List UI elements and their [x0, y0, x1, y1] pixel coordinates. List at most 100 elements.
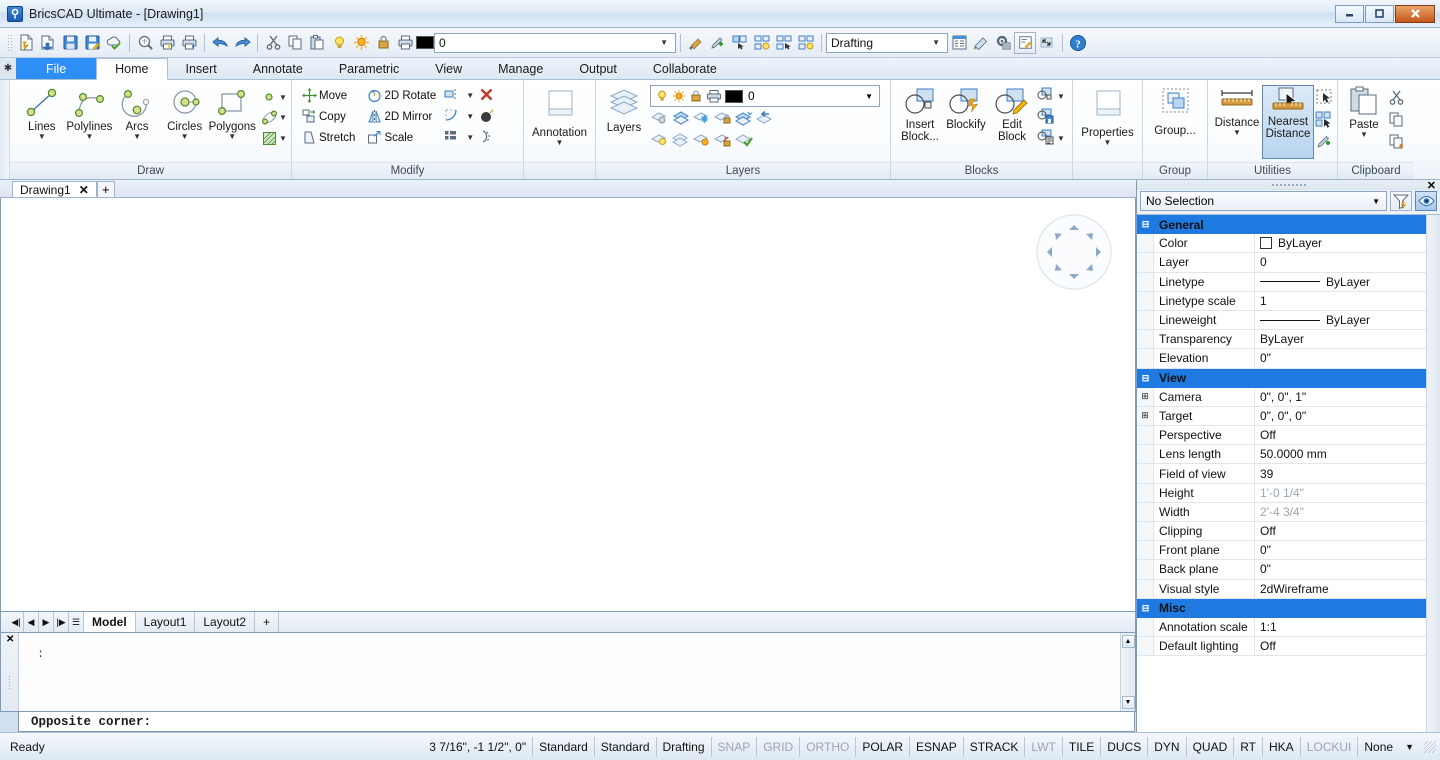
ribbon-tab-collaborate[interactable]: Collaborate: [635, 58, 735, 79]
status-cell-workspace[interactable]: Drafting: [657, 737, 712, 757]
property-value[interactable]: 50.0000 mm: [1255, 445, 1426, 463]
status-cell-lwt[interactable]: LWT: [1025, 737, 1062, 757]
ribbon-tab-parametric[interactable]: Parametric: [321, 58, 417, 79]
properties-button[interactable]: Properties ▼: [1077, 88, 1138, 146]
settings-icon[interactable]: [992, 32, 1014, 54]
ribbon-tab-output[interactable]: Output: [561, 58, 635, 79]
status-coordinates[interactable]: 3 7/16", -1 1/2", 0": [423, 737, 533, 757]
property-value[interactable]: 39: [1255, 464, 1426, 482]
select-by-layer-icon[interactable]: [751, 32, 773, 54]
match-properties-icon[interactable]: [685, 32, 707, 54]
layer-sun-icon[interactable]: [670, 89, 687, 103]
array-icon[interactable]: [444, 129, 461, 147]
save-block-icon[interactable]: [1037, 108, 1054, 127]
current-color-swatch[interactable]: [416, 36, 434, 49]
property-row[interactable]: ⊞Camera0", 0", 1": [1137, 388, 1426, 407]
layout-tab-layout2[interactable]: Layout2: [195, 612, 255, 632]
quick-select-icon[interactable]: [1315, 108, 1333, 130]
copy-icon[interactable]: [1388, 108, 1405, 130]
status-cell-dyn[interactable]: DYN: [1148, 737, 1186, 757]
fillet-icon[interactable]: [444, 108, 461, 126]
workspace-combo[interactable]: Drafting ▼: [826, 33, 948, 53]
properties-panel-icon[interactable]: [948, 32, 970, 54]
property-category-row[interactable]: ⊟Misc: [1137, 599, 1426, 618]
first-layout-button[interactable]: ◀|: [9, 612, 24, 632]
help-icon[interactable]: ?: [1067, 32, 1089, 54]
ribbon-tab-annotate[interactable]: Annotate: [235, 58, 321, 79]
restore-icon[interactable]: [1036, 32, 1058, 54]
block-attributes-icon[interactable]: [1037, 129, 1054, 148]
chevron-down-icon[interactable]: ▼: [927, 38, 945, 47]
undo-icon[interactable]: [209, 32, 231, 54]
ribbon-tab-manage[interactable]: Manage: [480, 58, 561, 79]
property-value[interactable]: 0": [1255, 541, 1426, 559]
layer-on-all-icon[interactable]: [650, 131, 669, 151]
print-preview-icon[interactable]: [134, 32, 156, 54]
layer-on-icon[interactable]: [328, 32, 350, 54]
chevron-down-icon[interactable]: ▼: [279, 135, 287, 142]
chevron-down-icon[interactable]: ▼: [861, 92, 877, 101]
eyedropper-icon[interactable]: [707, 32, 729, 54]
property-value[interactable]: 0", 0", 0": [1255, 407, 1426, 425]
offset-icon[interactable]: [479, 129, 494, 147]
property-row[interactable]: LineweightByLayer: [1137, 311, 1426, 330]
select-filter-icon[interactable]: [795, 32, 817, 54]
layout-tab-model[interactable]: Model: [84, 612, 136, 632]
chevron-down-icon[interactable]: ▼: [1360, 131, 1368, 138]
distance-button[interactable]: Distance ▼: [1212, 85, 1262, 136]
property-row[interactable]: TransparencyByLayer: [1137, 330, 1426, 349]
chevron-down-icon[interactable]: ▼: [1368, 197, 1384, 206]
point-icon[interactable]: [259, 91, 279, 103]
layer-combo[interactable]: 0 ▼: [434, 33, 676, 53]
chevron-down-icon[interactable]: ▼: [133, 133, 141, 140]
new-icon[interactable]: [15, 32, 37, 54]
command-scrollbar[interactable]: ▲ ▼: [1120, 633, 1135, 711]
command-prompt-input[interactable]: Opposite corner:: [18, 712, 1135, 732]
property-value[interactable]: Off: [1255, 637, 1426, 655]
customize-icon[interactable]: [1014, 32, 1036, 54]
panel-grip-icon[interactable]: ✕: [1137, 180, 1440, 190]
expand-icon[interactable]: ⊞: [1137, 407, 1154, 425]
property-value[interactable]: 0: [1255, 253, 1426, 271]
chevron-down-icon[interactable]: ▼: [655, 38, 673, 47]
collapse-icon[interactable]: ⊟: [1137, 599, 1154, 618]
group-button[interactable]: Group...: [1147, 86, 1203, 137]
status-cell-esnap[interactable]: ESNAP: [910, 737, 964, 757]
property-row[interactable]: ⊞Target0", 0", 0": [1137, 407, 1426, 426]
nearest-distance-button[interactable]: Nearest Distance: [1262, 85, 1314, 159]
chevron-down-icon[interactable]: ▼: [279, 94, 287, 101]
ribbon-tab-home[interactable]: Home: [96, 58, 167, 80]
clean-screen-icon[interactable]: [970, 32, 992, 54]
property-row[interactable]: ColorByLayer: [1137, 234, 1426, 253]
modify-scale-button[interactable]: Scale: [365, 127, 440, 148]
layer-current-icon[interactable]: [734, 131, 753, 151]
status-cell-polar[interactable]: POLAR: [856, 737, 910, 757]
draw-polylines-button[interactable]: Polylines ▼: [66, 85, 114, 140]
property-row[interactable]: Default lightingOff: [1137, 637, 1426, 656]
insert-block-button[interactable]: Insert Block...: [897, 85, 943, 143]
cut-icon[interactable]: [1388, 86, 1405, 108]
ellipse-icon[interactable]: [259, 109, 279, 126]
chevron-down-icon[interactable]: ▼: [1057, 93, 1065, 100]
color-swatch[interactable]: [1260, 237, 1272, 249]
property-value[interactable]: 2'-4 3/4": [1255, 503, 1426, 521]
layer-print-icon[interactable]: [704, 89, 723, 103]
chevron-down-icon[interactable]: ▼: [85, 133, 93, 140]
layer-previous-icon[interactable]: [755, 109, 774, 129]
modify-rotate2d-button[interactable]: 2D Rotate: [365, 85, 440, 106]
layers-button[interactable]: Layers: [602, 85, 646, 134]
selection-combo[interactable]: No Selection ▼: [1140, 191, 1387, 211]
quick-select-icon[interactable]: [773, 32, 795, 54]
chevron-down-icon[interactable]: ▼: [466, 134, 474, 141]
close-icon[interactable]: ✕: [1427, 179, 1436, 192]
layer-lightbulb-icon[interactable]: [653, 89, 670, 103]
collapse-icon[interactable]: ⊟: [1137, 369, 1154, 388]
status-cell-quad[interactable]: QUAD: [1187, 737, 1235, 757]
print-icon[interactable]: [156, 32, 178, 54]
expand-icon[interactable]: ⊞: [1137, 388, 1154, 406]
draw-circles-button[interactable]: Circles ▼: [161, 85, 209, 140]
draw-lines-button[interactable]: Lines ▼: [18, 85, 66, 140]
next-layout-button[interactable]: ▶: [39, 612, 54, 632]
property-value[interactable]: 0", 0", 1": [1255, 388, 1426, 406]
delete-icon[interactable]: [479, 87, 494, 105]
